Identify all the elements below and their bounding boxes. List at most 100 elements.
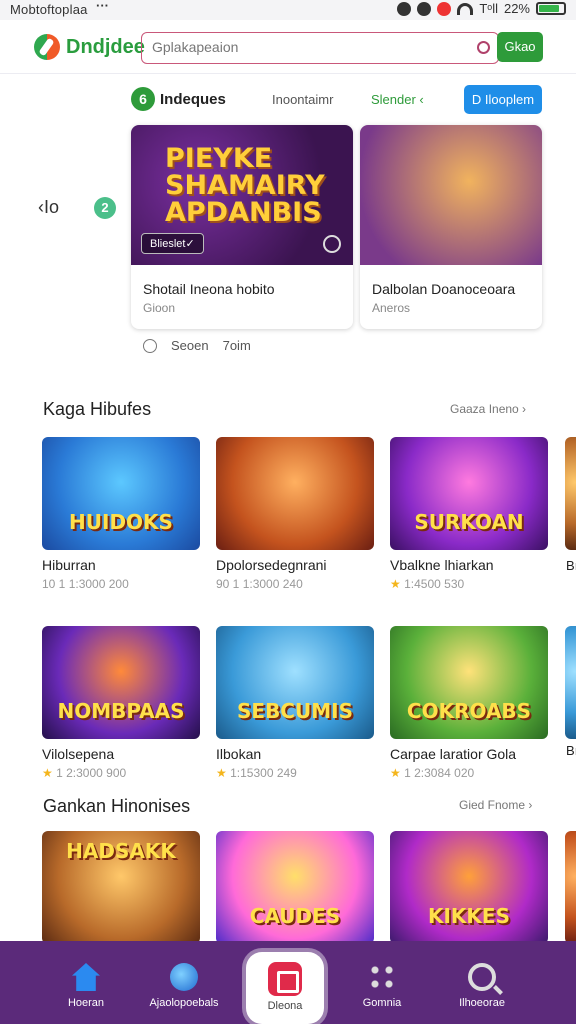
game-meta: 90 1 1:3000 240: [216, 577, 303, 591]
nav-item-community[interactable]: Gomnia: [332, 941, 432, 1024]
star-icon: ★: [42, 766, 53, 780]
nav-label: Hoeran: [67, 997, 105, 1009]
game-name: Carpae laratior Gola: [390, 746, 517, 762]
battery-icon: [536, 2, 566, 15]
app-header: Dndjdee Gkao: [0, 20, 576, 74]
game-thumbnail: COKROABS: [390, 626, 548, 739]
logo-icon: [34, 34, 60, 60]
search-icon[interactable]: [477, 41, 490, 54]
featured-title: Indeques: [160, 91, 226, 108]
featured-card-sub: Gioon: [143, 301, 176, 315]
eye-status-icon: [417, 1, 432, 16]
game-card[interactable]: KIKKES: [390, 831, 548, 944]
settings-status-icon: [397, 1, 412, 16]
nav-item-home[interactable]: Hoeran: [36, 941, 136, 1024]
pager-right-label: 7oim: [222, 338, 251, 353]
game-card[interactable]: HADSAKK: [42, 831, 200, 944]
logo-text: Dndjdee: [66, 35, 145, 58]
search-box: [141, 32, 499, 64]
game-thumbnail: HADSAKK: [42, 831, 200, 944]
search-input[interactable]: [152, 33, 472, 61]
search-go-button[interactable]: Gkao: [497, 32, 543, 62]
game-card-partial[interactable]: [565, 831, 576, 944]
game-meta: ★ 1:4500 530: [390, 577, 548, 591]
nav-label: Ilhoeorae: [459, 997, 505, 1009]
wifi-icon: [457, 2, 474, 15]
search-icon: [468, 963, 496, 991]
nav-label: Dleona: [267, 1000, 303, 1012]
game-art-title: SURKOAN: [414, 510, 524, 534]
featured-bar: 6 Indeques Inoontaimr Slender ‹ D Iloopl…: [0, 84, 576, 118]
featured-slider-link[interactable]: Slender ‹: [371, 92, 424, 107]
logo[interactable]: Dndjdee: [34, 34, 145, 60]
featured-card-image: [360, 125, 542, 265]
game-thumbnail: SURKOAN: [390, 437, 548, 550]
featured-card[interactable]: Dalbolan Doanoceoara Aneros: [360, 125, 542, 329]
game-rating-text: 1:15300 249: [230, 766, 297, 780]
game-card[interactable]: SEBCUMIS Ilbokan ★ 1:15300 249: [216, 626, 374, 780]
featured-tab-link[interactable]: Inoontaimr: [272, 92, 333, 107]
nav-item-explore[interactable]: Ajaolopoebals: [134, 941, 234, 1024]
featured-action-button[interactable]: D Ilooplem: [464, 85, 542, 114]
game-name: Ilbokan: [216, 746, 262, 762]
game-rating-text: 1 2:3084 020: [404, 766, 475, 780]
game-art-title: HUIDOKS: [69, 510, 173, 534]
carousel-pager: Seoen 7oim: [143, 338, 251, 353]
status-indicators: Tᵒll 22%: [397, 1, 566, 16]
game-meta: ★ 1 2:3084 020: [390, 766, 548, 780]
clock-icon[interactable]: [323, 235, 341, 253]
home-icon: [72, 963, 100, 991]
status-dots: ···: [96, 0, 109, 13]
game-name: Hiburran: [42, 557, 96, 573]
section-see-all-link[interactable]: Gied Fnome ›: [459, 798, 532, 812]
notification-status-icon: [437, 1, 452, 16]
star-icon: ★: [390, 577, 401, 591]
game-art-title: CAUDES: [249, 904, 341, 928]
status-bar: Mobtoftoplaa ··· Tᵒll 22%: [0, 0, 576, 20]
game-thumbnail: [216, 437, 374, 550]
game-card[interactable]: HUIDOKS Hiburran 10 1 1:3000 200: [42, 437, 200, 591]
featured-art-title: PIEYKE SHAMAIRY APDANBIS: [165, 143, 325, 228]
game-rating-text: 1 2:3000 900: [56, 766, 127, 780]
pager-left-label: Seoen: [171, 338, 209, 353]
carousel-page-badge: 2: [94, 197, 116, 219]
game-card-partial[interactable]: [565, 437, 576, 550]
game-name: Vbalkne lhiarkan: [390, 557, 494, 573]
featured-card[interactable]: PIEYKE SHAMAIRY APDANBIS Blieslet✓ Shota…: [131, 125, 353, 329]
game-thumbnail: HUIDOKS: [42, 437, 200, 550]
featured-card-pill[interactable]: Blieslet✓: [141, 233, 204, 254]
nav-label: Gomnia: [362, 997, 402, 1009]
battery-fill: [539, 5, 560, 12]
game-card[interactable]: NOMBPAAS Vilolsepena ★ 1 2:3000 900: [42, 626, 200, 780]
nav-label: Ajaolopoebals: [149, 997, 219, 1009]
game-card[interactable]: Dpolorsedegnrani 90 1 1:3000 240: [216, 437, 374, 591]
game-name: Dpolorsedegnrani: [216, 557, 327, 573]
nav-item-search[interactable]: Ilhoeorae: [432, 941, 532, 1024]
section-title: Kaga Hibufes: [43, 399, 152, 419]
carousel-prev-button[interactable]: ‹Io: [38, 197, 59, 218]
game-name: Vilolsepena: [42, 746, 115, 762]
game-art-title: NOMBPAAS: [57, 699, 185, 723]
globe-icon: [170, 963, 198, 991]
game-thumbnail: SEBCUMIS: [216, 626, 374, 739]
game-art-title: HADSAKK: [66, 839, 176, 863]
game-meta: 10 1 1:3000 200: [42, 577, 129, 591]
pager-radio[interactable]: [143, 338, 157, 353]
game-card[interactable]: COKROABS Carpae laratior Gola ★ 1 2:3084…: [390, 626, 548, 780]
game-art-title: COKROABS: [406, 699, 532, 723]
game-card[interactable]: CAUDES: [216, 831, 374, 944]
game-card[interactable]: SURKOAN Vbalkne lhiarkan ★ 1:4500 530: [390, 437, 548, 591]
featured-card-sub: Aneros: [372, 301, 411, 315]
game-rating-text: 1:4500 530: [404, 577, 465, 591]
signal-text: Tᵒll: [479, 1, 498, 16]
community-icon: [368, 963, 396, 991]
featured-badge: 6: [131, 87, 155, 111]
game-art-title: KIKKES: [427, 904, 510, 928]
game-meta: ★ 1 2:3000 900: [42, 766, 200, 780]
game-thumbnail: KIKKES: [390, 831, 548, 944]
game-meta: ★ 1:15300 249: [216, 766, 374, 780]
section-see-all-link[interactable]: Gaaza Ineno ›: [450, 402, 526, 416]
game-card-partial[interactable]: [565, 626, 576, 739]
nav-item-center[interactable]: Dleona: [246, 952, 324, 1024]
game-name-partial: Bı: [566, 743, 576, 758]
